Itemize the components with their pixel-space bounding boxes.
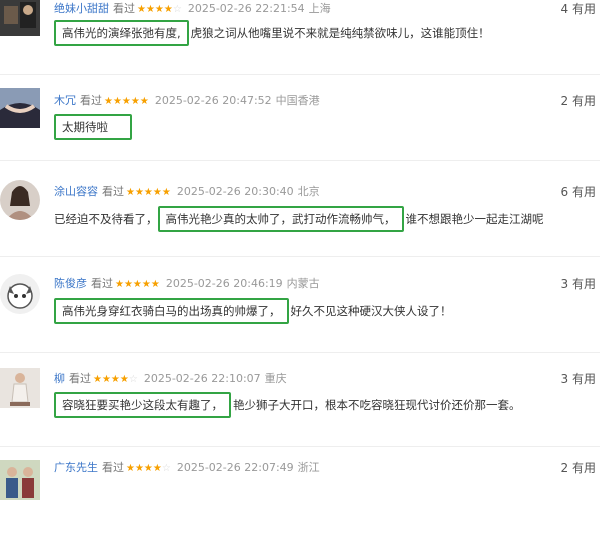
- useful-vote-button[interactable]: 2 有用: [561, 459, 596, 477]
- highlighted-quote: 高伟光的演绎张弛有度,: [54, 20, 189, 46]
- watched-label: 看过: [69, 372, 91, 385]
- useful-vote-button[interactable]: 4 有用: [561, 0, 596, 18]
- comment-rest: 艳少狮子大开口，根本不吃容晓狂现代讨价还价那一套。: [233, 398, 521, 412]
- comment-text: 太期待啦: [54, 114, 134, 140]
- rating-stars: ★★★★★: [104, 96, 149, 107]
- comment-meta: 木冗 看过 ★★★★★ 2025-02-26 20:47:52 中国香港: [54, 92, 320, 110]
- comment-time: 2025-02-26 22:10:07: [143, 372, 261, 385]
- useful-vote-button[interactable]: 6 有用: [561, 183, 596, 201]
- highlighted-quote: 高伟光身穿红衣骑白马的出场真的帅爆了，: [54, 298, 289, 324]
- comment-rest: 好久不见这种硬汉大侠人设了！: [290, 304, 452, 318]
- comment-time: 2025-02-26 20:47:52: [154, 94, 272, 107]
- rating-stars: ★★★★★: [115, 279, 160, 290]
- avatar[interactable]: [0, 180, 40, 220]
- avatar[interactable]: [0, 0, 40, 36]
- rating-stars: ★★★★☆: [137, 4, 182, 15]
- comment-location: 重庆: [264, 372, 287, 385]
- comment-text: 高伟光的演绎张弛有度, 虎狼之词从他嘴里说不来就是纯纯禁欲味儿，这谁能顶住！: [54, 20, 490, 46]
- comment-time: 2025-02-26 20:46:19: [165, 277, 283, 290]
- comment-text: 已经迫不及待看了， 高伟光艳少真的太帅了，武打动作流畅帅气， 谁不想跟艳少一起走江湖…: [54, 206, 544, 232]
- divider: [0, 160, 600, 161]
- watched-label: 看过: [113, 2, 135, 15]
- comment-meta: 陈俊彦 看过 ★★★★★ 2025-02-26 20:46:19 内蒙古: [54, 275, 320, 293]
- watched-label: 看过: [102, 461, 124, 474]
- comment-item: 广东先生 看过 ★★★★☆ 2025-02-26 22:07:49 浙江 2 有用: [0, 456, 600, 542]
- comment-lead: 已经迫不及待看了，: [54, 212, 158, 226]
- highlighted-quote: 太期待啦: [54, 114, 132, 140]
- username-link[interactable]: 柳: [54, 372, 65, 385]
- rating-stars: ★★★★☆: [126, 463, 171, 474]
- comment-item: 涂山容容 看过 ★★★★★ 2025-02-26 20:30:40 北京 6 有用 已经…: [0, 178, 600, 264]
- comment-item: 陈俊彦 看过 ★★★★★ 2025-02-26 20:46:19 内蒙古 3 有用 高伟…: [0, 270, 600, 356]
- avatar[interactable]: [0, 274, 40, 314]
- username-link[interactable]: 木冗: [54, 94, 76, 107]
- avatar[interactable]: [0, 368, 40, 408]
- watched-label: 看过: [80, 94, 102, 107]
- highlighted-quote: 容晓狂要买艳少这段太有趣了，: [54, 392, 231, 418]
- comment-meta: 绝妹小甜甜 看过 ★★★★☆ 2025-02-26 22:21:54 上海: [54, 0, 331, 18]
- comment-rest: 虎狼之词从他嘴里说不来就是纯纯禁欲味儿，这谁能顶住！: [190, 26, 490, 40]
- comment-time: 2025-02-26 20:30:40: [176, 185, 294, 198]
- watched-label: 看过: [102, 185, 124, 198]
- watched-label: 看过: [91, 277, 113, 290]
- comment-location: 中国香港: [275, 94, 320, 107]
- comment-time: 2025-02-26 22:21:54: [187, 2, 305, 15]
- comment-time: 2025-02-26 22:07:49: [176, 461, 294, 474]
- username-link[interactable]: 绝妹小甜甜: [54, 2, 109, 15]
- rating-stars: ★★★★★: [126, 187, 171, 198]
- comment-location: 内蒙古: [286, 277, 320, 290]
- comment-meta: 涂山容容 看过 ★★★★★ 2025-02-26 20:30:40 北京: [54, 183, 320, 201]
- comment-location: 浙江: [297, 461, 320, 474]
- username-link[interactable]: 涂山容容: [54, 185, 98, 198]
- divider: [0, 352, 600, 353]
- comment-meta: 广东先生 看过 ★★★★☆ 2025-02-26 22:07:49 浙江: [54, 459, 320, 477]
- rating-stars: ★★★★☆: [93, 374, 138, 385]
- useful-vote-button[interactable]: 3 有用: [561, 275, 596, 293]
- avatar[interactable]: [0, 460, 40, 500]
- comment-location: 北京: [297, 185, 320, 198]
- useful-vote-button[interactable]: 2 有用: [561, 92, 596, 110]
- comment-item: 柳看过 ★★★★☆ 2025-02-26 22:10:07 重庆 3 有用 容晓狂要买…: [0, 366, 600, 452]
- comment-text: 高伟光身穿红衣骑白马的出场真的帅爆了， 好久不见这种硬汉大侠人设了！: [54, 298, 452, 324]
- avatar[interactable]: [0, 88, 40, 128]
- divider: [0, 446, 600, 447]
- divider: [0, 256, 600, 257]
- comment-location: 上海: [308, 2, 331, 15]
- comment-item: 绝妹小甜甜 看过 ★★★★☆ 2025-02-26 22:21:54 上海 4 有用 高…: [0, 0, 600, 82]
- comment-rest: 谁不想跟艳少一起走江湖呢: [405, 212, 544, 226]
- comment-meta: 柳看过 ★★★★☆ 2025-02-26 22:10:07 重庆: [54, 370, 287, 388]
- useful-vote-button[interactable]: 3 有用: [561, 370, 596, 388]
- divider: [0, 74, 600, 75]
- comment-text: 容晓狂要买艳少这段太有趣了， 艳少狮子大开口，根本不吃容晓狂现代讨价还价那一套。: [54, 392, 521, 418]
- username-link[interactable]: 广东先生: [54, 461, 98, 474]
- highlighted-quote: 高伟光艳少真的太帅了，武打动作流畅帅气，: [157, 206, 404, 232]
- username-link[interactable]: 陈俊彦: [54, 277, 87, 290]
